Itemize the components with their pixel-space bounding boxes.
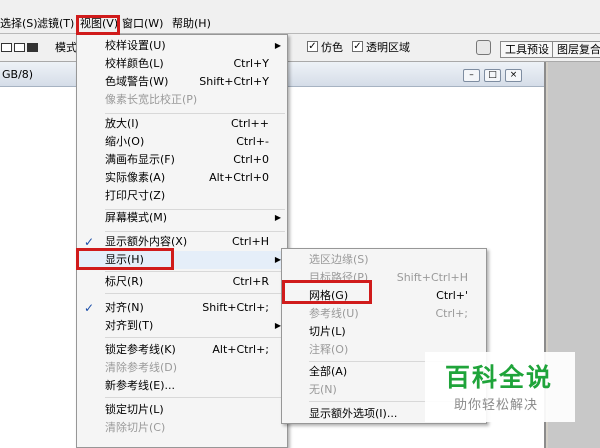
menu-item-print-size[interactable]: 打印尺寸(Z) [77,187,287,205]
menu-separator [105,231,285,232]
menu-separator [105,113,285,114]
checkmark-icon: ✓ [84,301,95,315]
menu-separator [105,337,285,338]
menu-item-lock-slices[interactable]: 锁定切片(L) [77,401,287,419]
submenu-item-slices[interactable]: 切片(L) [282,323,486,341]
menu-item-proof-setup[interactable]: 校样设置(U) ▶ [77,37,287,55]
screen-mode-full-menu-icon[interactable] [14,43,25,52]
submenu-arrow-icon: ▶ [274,41,281,50]
menu-item-pixel-aspect: 像素长宽比校正(P) [105,93,198,106]
screen-mode-full-icon[interactable] [27,43,38,52]
highlight-box-grid-item [282,280,372,304]
menu-filter[interactable]: 滤镜(T) [37,15,74,32]
watermark-subtitle: 助你轻松解决 [454,398,539,413]
highlight-box-show-item [76,248,174,270]
submenu-item-guides: 参考线(U) Ctrl+; [309,307,468,320]
menu-item-proof-colors[interactable]: 校样颜色(L) Ctrl+Y [77,55,287,73]
menu-item-clear-slices: 清除切片(C) [105,421,166,434]
menu-item-gamut-warning[interactable]: 色域警告(W) Shift+Ctrl+Y [77,73,287,91]
highlight-box-view-menu [76,15,120,35]
submenu-arrow-icon: ▶ [274,213,281,222]
menu-item-screen-mode[interactable]: 屏幕模式(M) ▶ [77,209,287,227]
menu-separator [105,271,285,272]
watermark-logo: 百科全说 助你轻松解决 [425,352,575,422]
menu-item-snap[interactable]: ✓ 对齐(N) Shift+Ctrl+; [77,299,287,317]
menu-select[interactable]: 选择(S) [0,15,38,32]
close-icon[interactable]: × [505,69,522,82]
menu-help[interactable]: 帮助(H) [172,15,211,32]
transparent-label: 透明区域 [366,41,410,54]
menu-item-lock-guides[interactable]: 锁定参考线(K) Alt+Ctrl+; [77,341,287,359]
watermark-title: 百科全说 [445,363,554,392]
menu-item-rulers[interactable]: 标尺(R) Ctrl+R [77,273,287,291]
tab-tool-presets[interactable]: 工具预设 [500,41,554,58]
menu-item-new-guide[interactable]: 新参考线(E)... [77,377,287,395]
menu-item-clear-guides: 清除参考线(D) [105,361,178,374]
menu-item-fit-on-screen[interactable]: 满画布显示(F) Ctrl+0 [77,151,287,169]
submenu-item-selection-edges: 选区边缘(S) [309,253,369,266]
tab-layer-comps[interactable]: 图层复合 [552,41,600,58]
antialias-checkbox[interactable]: ✓ [307,41,318,52]
view-menu: 校样设置(U) ▶ 校样颜色(L) Ctrl+Y 色域警告(W) Shift+Ctrl… [76,34,288,448]
document-title: GB/8) [2,68,34,81]
minimize-icon[interactable]: – [463,69,480,82]
menu-separator [105,293,285,294]
menu-item-zoom-out[interactable]: 缩小(O) Ctrl+- [77,133,287,151]
menu-window[interactable]: 窗口(W) [122,15,163,32]
menu-item-snap-to[interactable]: 对齐到(T) ▶ [77,317,287,335]
mode-label: 模式 [55,41,77,54]
screen-mode-standard-icon[interactable] [1,43,12,52]
antialias-label: 仿色 [321,41,343,54]
transparent-checkbox[interactable]: ✓ [352,41,363,52]
menu-item-actual-pixels[interactable]: 实际像素(A) Alt+Ctrl+0 [77,169,287,187]
maximize-icon[interactable]: □ [484,69,501,82]
menu-separator [105,397,285,398]
printer-icon[interactable] [476,40,491,55]
menu-item-zoom-in[interactable]: 放大(I) Ctrl++ [77,115,287,133]
